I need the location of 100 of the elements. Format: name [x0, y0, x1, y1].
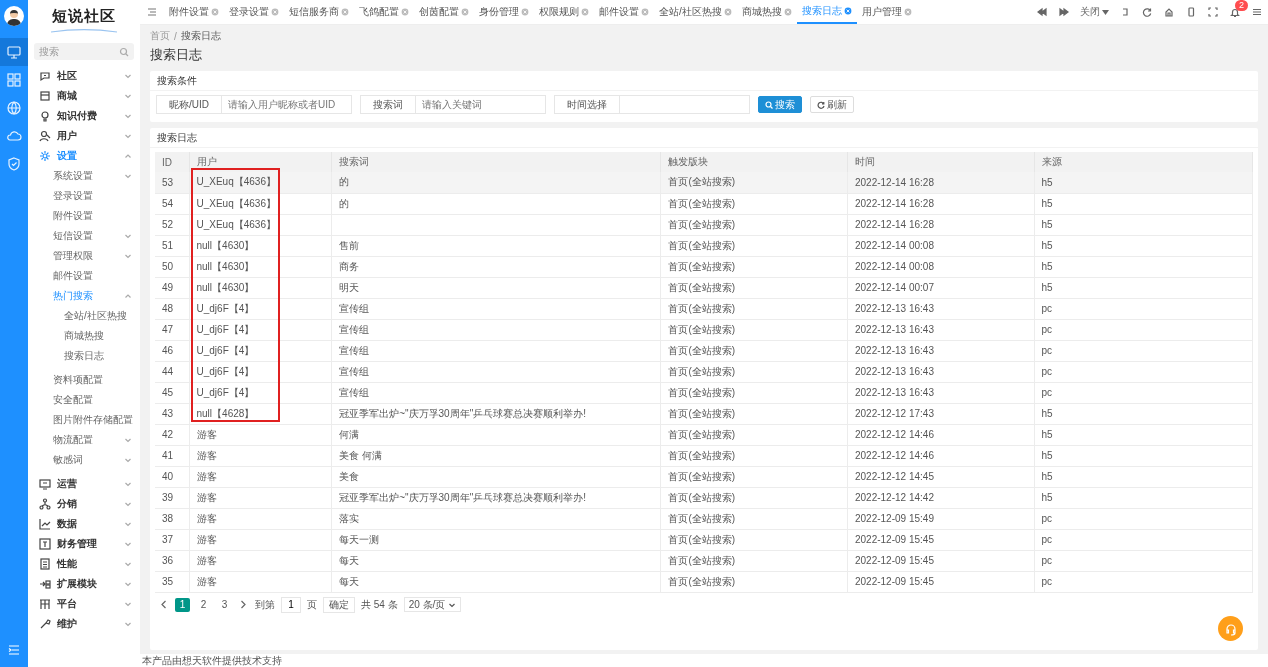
table-row[interactable]: 38 游客 落实 首页(全站搜索) 2022-12-09 15:49 pc — [155, 508, 1253, 529]
table-row[interactable]: 45 U_dj6F【4】 宣传组 首页(全站搜索) 2022-12-13 16:43 pc — [155, 382, 1253, 403]
submenu-item[interactable]: 登录设置 — [28, 186, 140, 206]
submenu-item[interactable]: 物流配置 — [28, 430, 140, 450]
tab[interactable]: 邮件设置 — [594, 0, 654, 24]
table-row[interactable]: 48 U_dj6F【4】 宣传组 首页(全站搜索) 2022-12-13 16:43 pc — [155, 298, 1253, 319]
submenu-item[interactable]: 资料项配置 — [28, 370, 140, 390]
submenu-item[interactable]: 短信设置 — [28, 226, 140, 246]
tab[interactable]: 商城热搜 — [736, 0, 797, 24]
sidebar-item[interactable]: 商城 — [28, 86, 140, 106]
table-row[interactable]: 44 U_dj6F【4】 宣传组 首页(全站搜索) 2022-12-13 16:43 pc — [155, 361, 1253, 382]
submenu-item[interactable]: 搜索日志 — [28, 346, 140, 366]
tab[interactable]: 创茵配置 — [414, 0, 474, 24]
table-cell: 52 — [162, 219, 174, 230]
sidebar-item[interactable]: 扩展模块 — [28, 574, 140, 594]
tab[interactable]: 权限规则 — [534, 0, 594, 24]
sidebar-item[interactable]: 用户 — [28, 126, 140, 146]
submenu-item[interactable]: 全站/社区热搜 — [28, 306, 140, 326]
submenu-item[interactable]: 管理权限 — [28, 246, 140, 266]
table-cell: 何满 — [339, 428, 360, 440]
confirm-button[interactable]: 确定 — [323, 596, 355, 613]
sidebar-item[interactable]: 知识付费 — [28, 106, 140, 126]
close-icon — [341, 8, 349, 16]
input-field[interactable]: 请输入关键词 — [416, 95, 546, 114]
table-row[interactable]: 53 U_XEuq【4636】 的 首页(全站搜索) 2022-12-14 16:28 h5 — [155, 172, 1253, 193]
submenu-item[interactable]: 敏感词 — [28, 450, 140, 470]
table-row[interactable]: 52 U_XEuq【4636】 首页(全站搜索) 2022-12-14 16:28 h5 — [155, 214, 1253, 235]
tab[interactable]: 用户管理 — [856, 0, 917, 24]
tab[interactable]: 附件设置 — [164, 0, 224, 24]
input-field[interactable] — [620, 95, 750, 114]
table-row[interactable]: 40 游客 美食 首页(全站搜索) 2022-12-12 14:45 h5 — [155, 466, 1253, 487]
tab[interactable]: 身份管理 — [474, 0, 534, 24]
total-count: 共 54 条 — [361, 597, 398, 612]
table-row[interactable]: 35 游客 每天 首页(全站搜索) 2022-12-09 15:45 pc — [155, 571, 1253, 592]
table-cell: 的 — [339, 197, 350, 209]
tab[interactable]: 飞鸽配置 — [354, 0, 414, 24]
table-cell: 游客 — [196, 575, 217, 587]
rail-button[interactable] — [0, 38, 28, 66]
table-cell: 游客 — [196, 554, 217, 566]
brand-name: 短说社区 — [52, 6, 116, 26]
submenu-item[interactable]: 附件设置 — [28, 206, 140, 226]
submenu-item[interactable]: 系统设置 — [28, 166, 140, 186]
next-page-button[interactable] — [238, 600, 249, 609]
table-row[interactable]: 46 U_dj6F【4】 宣传组 首页(全站搜索) 2022-12-13 16:43 pc — [155, 340, 1253, 361]
sidebar-item[interactable]: 性能 — [28, 554, 140, 574]
sidebar-item[interactable]: 分销 — [28, 494, 140, 514]
previous-page-button[interactable] — [158, 600, 169, 609]
table-cell: 53 — [162, 176, 174, 188]
table-cell: 2022-12-14 16:28 — [855, 198, 934, 209]
sidebar-item[interactable]: 数据 — [28, 514, 140, 534]
table-row[interactable]: 51 null【4630】 售前 首页(全站搜索) 2022-12-14 00:08 h5 — [155, 235, 1253, 256]
page-button[interactable]: 1 — [175, 597, 190, 612]
table-cell: 46 — [162, 345, 174, 356]
document-icon — [38, 557, 52, 571]
submenu-item[interactable]: 图片附件存储配置 — [28, 410, 140, 430]
submenu-item[interactable]: 安全配置 — [28, 390, 140, 410]
refresh-button[interactable]: 刷新 — [810, 96, 854, 113]
table-cell: h5 — [1041, 408, 1053, 419]
page-button[interactable]: 3 — [217, 597, 232, 612]
sidebar-item[interactable]: 财务管理 — [28, 534, 140, 554]
table-row[interactable]: 42 游客 何满 首页(全站搜索) 2022-12-12 14:46 h5 — [155, 424, 1253, 445]
sidebar-item[interactable]: 社区 — [28, 66, 140, 86]
tab[interactable]: 全站/社区热搜 — [654, 0, 737, 24]
search-field[interactable]: 搜索 — [34, 43, 134, 60]
table-cell: null【4628】 — [196, 407, 255, 419]
table-cell: 首页(全站搜索) — [668, 302, 736, 314]
submenu-item[interactable]: 邮件设置 — [28, 266, 140, 286]
user-icon — [38, 129, 52, 143]
table-row[interactable]: 47 U_dj6F【4】 宣传组 首页(全站搜索) 2022-12-13 16:43 pc — [155, 319, 1253, 340]
table-row[interactable]: 36 游客 每天 首页(全站搜索) 2022-12-09 15:45 pc — [155, 550, 1253, 571]
table-row[interactable]: 49 null【4630】 明天 首页(全站搜索) 2022-12-14 00:07 h5 — [155, 277, 1253, 298]
search-button[interactable]: 搜索 — [758, 96, 802, 113]
sidebar-item[interactable]: 平台 — [28, 594, 140, 614]
table-cell: pc — [1041, 345, 1053, 356]
monitor-icon — [38, 477, 52, 491]
dropdown[interactable]: 关闭 — [1075, 5, 1114, 19]
field-label: 昵称/UID — [156, 95, 222, 114]
table-row[interactable]: 50 null【4630】 商务 首页(全站搜索) 2022-12-14 00:08 h5 — [155, 256, 1253, 277]
input-field[interactable]: 请输入用户昵称或者UID — [222, 95, 352, 114]
page-button[interactable]: 2 — [196, 597, 211, 612]
page-input[interactable]: 1 — [281, 596, 301, 613]
table-row[interactable]: 39 游客 冠亚季军出炉~"庆万孚30周年"乒乓球赛总决赛顺利举办! 首页(全站搜索) 2022-12-12 14:42 h5 — [155, 487, 1253, 508]
table-cell: 首页(全站搜索) — [668, 554, 736, 566]
table-cell: U_dj6F【4】 — [196, 323, 255, 335]
page-size-select[interactable]: 20 条/页 — [403, 597, 462, 612]
sidebar-item[interactable]: 维护 — [28, 614, 140, 634]
cloud-icon — [6, 128, 22, 144]
sidebar-item[interactable]: 运营 — [28, 474, 140, 494]
chat-icon — [38, 69, 52, 83]
return-icon — [1120, 7, 1130, 17]
table-cell: 2022-12-09 15:45 — [855, 555, 934, 566]
table-row[interactable]: 43 null【4628】 冠亚季军出炉~"庆万孚30周年"乒乓球赛总决赛顺利举办! 首页(全站搜索) 2022-12-12 17:43 h5 — [155, 403, 1253, 424]
table-cell: 首页(全站搜索) — [668, 281, 736, 293]
tab[interactable]: 登录设置 — [224, 0, 284, 24]
submenu-item[interactable]: 商城热搜 — [28, 326, 140, 346]
table-row[interactable]: 37 游客 每天一测 首页(全站搜索) 2022-12-09 15:45 pc — [155, 529, 1253, 550]
tab[interactable]: 短信服务商 — [284, 0, 354, 24]
table-row[interactable]: 54 U_XEuq【4636】 的 首页(全站搜索) 2022-12-14 16:28 h5 — [155, 193, 1253, 214]
table-row[interactable]: 41 游客 美食 何满 首页(全站搜索) 2022-12-12 14:46 h5 — [155, 445, 1253, 466]
table-cell: 美食 — [339, 470, 360, 482]
